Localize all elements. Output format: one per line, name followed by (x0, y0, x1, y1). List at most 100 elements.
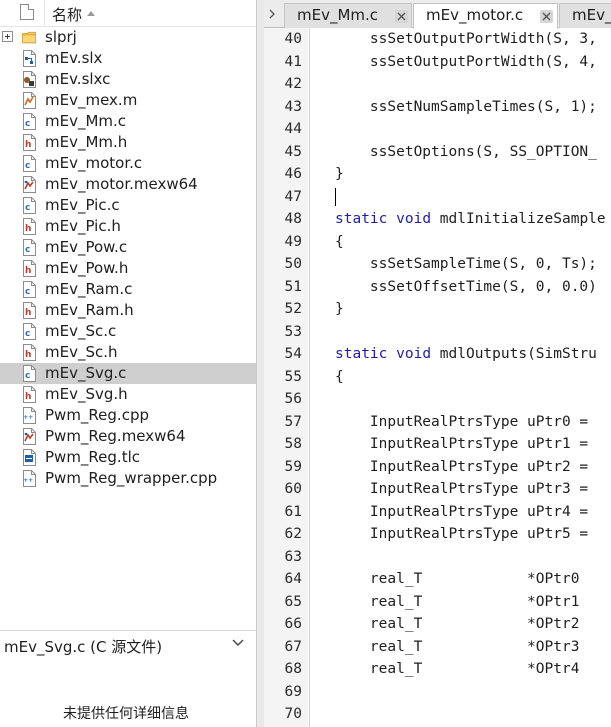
file-list-item[interactable]: h mEv_Ram.h (0, 300, 256, 321)
line-number: 49 (284, 233, 302, 250)
code-line: 59 InputRealPtrsType uPtr2 = (264, 456, 611, 479)
file-name: mEv_Sc.c (45, 322, 117, 340)
file-list-item[interactable]: mEv_motor.mexw64 (0, 174, 256, 195)
close-icon[interactable] (540, 10, 553, 23)
file-list-item[interactable]: Pwm_Reg.mexw64 (0, 426, 256, 447)
code-text: InputRealPtrsType uPtr2 = (335, 458, 589, 475)
file-list-item[interactable]: c mEv_Mm.c (0, 111, 256, 132)
file-name: mEv_Svg.h (45, 385, 128, 403)
folder-icon (22, 31, 36, 44)
file-list-item[interactable]: ++ Pwm_Reg_wrapper.cpp (0, 468, 256, 489)
code-line: 66 real_T *OPtr2 (264, 613, 611, 636)
file-list-item[interactable]: c mEv_Pic.c (0, 195, 256, 216)
code-text: ssSetSampleTime(S, 0, Ts); (335, 256, 597, 272)
svg-text:c: c (25, 287, 30, 297)
column-divider[interactable] (44, 0, 45, 26)
file-list-item[interactable]: c mEv_Svg.c (0, 363, 256, 384)
tab-label: mEv_motor.c (426, 6, 524, 24)
line-number: 44 (284, 121, 302, 137)
c-file-icon: c (23, 155, 36, 172)
code-text: ssSetNumSampleTimes(S, 1); (335, 98, 597, 115)
file-name: Pwm_Reg.cpp (45, 406, 149, 424)
code-line: 45 ssSetOptions(S, SS_OPTION_ (264, 141, 611, 164)
code-text: ssSetOffsetTime(S, 0, 0.0) (335, 278, 597, 295)
tab-label: mEv_S (572, 6, 611, 24)
svg-text:h: h (25, 350, 31, 360)
select-all-checkbox[interactable] (20, 4, 34, 20)
code-text: InputRealPtrsType uPtr0 = (335, 413, 589, 430)
line-number: 65 (284, 593, 302, 610)
file-name: Pwm_Reg.mexw64 (45, 427, 186, 445)
file-name: mEv_Pic.h (45, 217, 121, 235)
tab-mev-mm-c[interactable]: mEv_Mm.c (284, 3, 412, 28)
tab-mev-motor-c[interactable]: mEv_motor.c (413, 3, 558, 29)
column-header-name[interactable]: 名称 (52, 4, 82, 25)
line-number: 61 (284, 503, 302, 520)
matlab-script-icon (23, 92, 36, 109)
svg-text:c: c (25, 203, 30, 213)
file-list-item[interactable]: c mEv_Sc.c (0, 321, 256, 342)
svg-text:h: h (25, 140, 31, 150)
file-list-item[interactable]: h mEv_Mm.h (0, 132, 256, 153)
file-name: mEv_Ram.c (45, 280, 133, 298)
code-text: ssSetOptions(S, SS_OPTION_ (335, 143, 597, 160)
code-line: 55 { (264, 366, 611, 389)
file-list-item[interactable]: h mEv_Pow.h (0, 258, 256, 279)
file-name: mEv_Mm.c (45, 112, 127, 130)
file-list-item[interactable]: Pwm_Reg.tlc (0, 447, 256, 468)
line-number: 64 (284, 571, 302, 587)
code-line: 60 InputRealPtrsType uPtr3 = (264, 478, 611, 501)
details-panel-header[interactable]: mEv_Svg.c (C 源文件) (0, 630, 256, 656)
file-list-item[interactable]: c mEv_Ram.c (0, 279, 256, 300)
code-line: 43 ssSetNumSampleTimes(S, 1); (264, 96, 611, 119)
code-text: InputRealPtrsType uPtr3 = (335, 481, 589, 497)
pane-splitter[interactable] (257, 0, 264, 727)
code-line: 68 real_T *OPtr4 (264, 658, 611, 681)
file-list-item[interactable]: h mEv_Pic.h (0, 216, 256, 237)
tab-mev-svg-c[interactable]: mEv_S (559, 3, 611, 28)
code-line: 41 ssSetOutputPortWidth(S, 4, (264, 51, 611, 74)
file-list-item[interactable]: mEv_mex.m (0, 90, 256, 111)
code-line: 69 (264, 681, 611, 704)
c-file-icon: c (23, 281, 36, 298)
code-text: { (335, 233, 344, 250)
code-line: 46} (264, 163, 611, 186)
file-list-item[interactable]: c mEv_Pow.c (0, 237, 256, 258)
file-list-item[interactable]: c mEv_motor.c (0, 153, 256, 174)
code-text: { (335, 368, 344, 385)
file-list-item[interactable]: mEv.slx (0, 48, 256, 69)
svg-text:++: ++ (23, 477, 33, 484)
code-text: InputRealPtrsType uPtr1 = (335, 436, 589, 452)
code-editor: mEv_Mm.c mEv_motor.c mEv_S 40 ssSetOutpu… (264, 0, 611, 727)
line-number: 52 (284, 301, 302, 317)
code-area[interactable]: 40 ssSetOutputPortWidth(S, 3, 41 ssSetOut… (264, 28, 611, 727)
tlc-file-icon (23, 449, 36, 466)
file-list-item[interactable]: slprj (0, 27, 256, 48)
svg-text:h: h (25, 392, 31, 402)
chevron-right-icon[interactable] (268, 9, 276, 19)
file-list-item[interactable]: mEv.slxc (0, 69, 256, 90)
line-number: 54 (284, 346, 302, 362)
line-number: 55 (284, 368, 302, 385)
file-list-item[interactable]: ++ Pwm_Reg.cpp (0, 405, 256, 426)
chevron-down-icon[interactable] (232, 638, 244, 648)
line-number: 57 (284, 413, 302, 430)
h-file-icon: h (23, 218, 36, 235)
code-line: 48 static void mdlInitializeSample (264, 208, 611, 231)
file-name: mEv_Ram.h (45, 301, 134, 319)
h-file-icon: h (23, 302, 36, 319)
file-list-item[interactable]: h mEv_Sc.h (0, 342, 256, 363)
expand-icon[interactable] (2, 31, 13, 42)
code-line: 52} (264, 298, 611, 321)
code-line: 57 InputRealPtrsType uPtr0 = (264, 411, 611, 434)
code-text: InputRealPtrsType uPtr5 = (335, 526, 589, 542)
mex-file-icon (23, 428, 36, 445)
close-icon[interactable] (395, 10, 408, 23)
line-number: 58 (284, 436, 302, 452)
code-line: 62 InputRealPtrsType uPtr5 = (264, 523, 611, 546)
line-number: 68 (284, 661, 302, 677)
svg-text:c: c (25, 245, 30, 255)
details-title: mEv_Svg.c (C 源文件) (4, 638, 163, 656)
sort-ascending-icon (87, 11, 95, 16)
file-list-item[interactable]: h mEv_Svg.h (0, 384, 256, 405)
